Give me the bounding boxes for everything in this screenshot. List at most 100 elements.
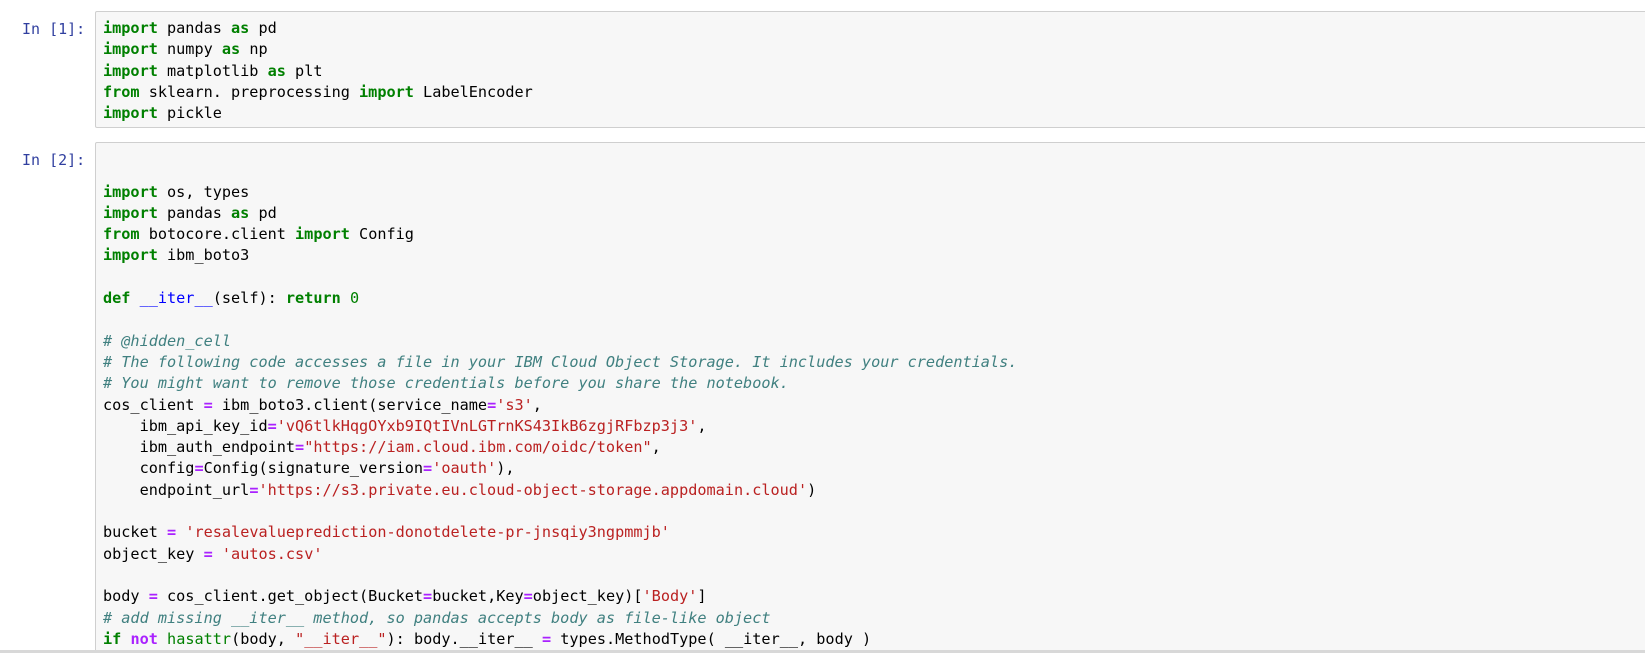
code-token: bucket,Key — [432, 587, 524, 606]
code-token: = — [423, 587, 433, 606]
code-token: from — [103, 82, 140, 101]
code-token: object_key — [103, 544, 204, 563]
code-token: Config(signature_version — [203, 459, 424, 478]
code-line: ibm_auth_endpoint="https://iam.cloud.ibm… — [103, 437, 1017, 458]
code-token: ), — [496, 459, 515, 478]
code-line: # add missing __iter__ method, so pandas… — [103, 608, 1017, 629]
code-line: import ibm_boto3 — [103, 245, 1017, 266]
code-token: ibm_boto3.client(service_name — [212, 395, 488, 414]
code-token: as — [231, 19, 250, 37]
code-line: import pandas as pd — [103, 18, 533, 39]
code-token: 0 — [349, 289, 360, 308]
code-cell[interactable]: In [1]: import pandas as pd import numpy … — [0, 11, 1645, 128]
code-token: LabelEncoder — [413, 82, 533, 101]
code-line: config=Config(signature_version='oauth')… — [103, 458, 1017, 479]
code-editor[interactable]: ​​import os, typesimport pandas as pdfro… — [95, 142, 1645, 653]
code-token: bucket — [103, 523, 168, 542]
code-token: = — [203, 395, 213, 414]
code-token: # The following code accesses a file in … — [103, 352, 1018, 371]
code-line: # @hidden_cell — [103, 331, 1017, 352]
code-token: as — [221, 40, 241, 59]
code-token: 'autos.csv' — [221, 544, 323, 563]
code-token: import — [103, 246, 158, 265]
code-token: (body, — [231, 629, 296, 648]
code-line: ​ — [103, 139, 1017, 160]
code-token: cos_client.get_object(Bucket — [157, 587, 424, 606]
code-token: numpy — [157, 40, 222, 59]
code-token: 'vQ6tlkHqgOYxb9IQtIVnLGTrnKS43IkB6zgjRFb… — [276, 416, 698, 435]
code-token: = — [203, 544, 213, 563]
code-token: = — [295, 438, 305, 457]
code-line: if not hasattr(body, "__iter__"): body._… — [103, 629, 1017, 650]
code-token: = — [541, 629, 552, 648]
input-prompt: In [1]: — [22, 20, 86, 38]
code-token: sklearn. preprocessing — [139, 82, 360, 101]
code-line: ​ — [103, 309, 1017, 330]
code-line: ​ — [103, 565, 1017, 586]
code-token: = — [148, 587, 158, 606]
code-line: import numpy as np — [103, 39, 533, 60]
code-token: object_key)[ — [532, 587, 643, 606]
code-token: import — [103, 203, 158, 222]
code-line: # You might want to remove those credent… — [103, 373, 1017, 394]
code-token: endpoint_url — [103, 480, 250, 499]
code-line: ​ — [103, 160, 1017, 181]
input-prompt: In [2]: — [22, 151, 86, 169]
code-token: as — [231, 203, 250, 222]
code-content[interactable]: ​​import os, typesimport pandas as pdfro… — [103, 139, 1017, 650]
code-token: import — [103, 182, 158, 201]
code-token: "__iter__" — [295, 629, 387, 648]
code-line: body = cos_client.get_object(Bucket=buck… — [103, 586, 1017, 607]
code-token: 'oauth' — [432, 459, 497, 478]
code-token: 's3' — [496, 395, 533, 414]
code-token: # You might want to remove those credent… — [103, 374, 789, 393]
code-token: import — [103, 61, 158, 80]
code-token: = — [487, 395, 497, 414]
code-token: ): body.__iter__ — [386, 629, 542, 648]
code-editor[interactable]: import pandas as pd import numpy as np imp… — [95, 11, 1645, 128]
code-token: matplotlib — [157, 61, 268, 80]
code-token: = — [267, 416, 277, 435]
code-line: import matplotlib as plt — [103, 61, 533, 82]
code-token: hasattr — [167, 629, 232, 648]
code-line: # The following code accesses a file in … — [103, 352, 1017, 373]
code-line: ​ — [103, 501, 1017, 522]
code-token: if — [103, 629, 122, 648]
code-token: return — [285, 289, 341, 308]
code-token: pandas — [157, 203, 232, 222]
code-token: body — [103, 587, 149, 606]
code-token: def — [103, 289, 131, 308]
code-token: ibm_api_key_id — [103, 416, 268, 435]
code-token: pd — [249, 19, 277, 37]
code-token: = — [194, 459, 204, 478]
code-line: import os, types — [103, 182, 1017, 203]
code-token: np — [240, 40, 268, 59]
code-cell[interactable]: In [2]: ​​import os, typesimport pandas … — [0, 142, 1645, 653]
code-token: , — [697, 416, 707, 435]
code-line: import pandas as pd — [103, 203, 1017, 224]
code-token: pickle — [157, 104, 222, 123]
code-line: def __iter__(self): return 0 — [103, 288, 1017, 309]
code-line: from sklearn. preprocessing import Label… — [103, 82, 533, 103]
code-token: import — [103, 19, 158, 37]
code-token: ibm_auth_endpoint — [103, 438, 296, 457]
code-token: ibm_boto3 — [157, 246, 250, 265]
code-token: , — [532, 395, 542, 414]
code-token: Config — [349, 225, 414, 244]
code-token: # @hidden_cell — [103, 331, 232, 350]
code-token: 'resalevalueprediction-donotdelete-pr-jn… — [185, 523, 670, 542]
code-token: , — [651, 438, 661, 457]
code-token: = — [167, 523, 177, 542]
code-token: types.MethodType( __iter__, body ) — [551, 629, 872, 648]
code-token: pd — [249, 203, 277, 222]
code-line: cos_client = ibm_boto3.client(service_na… — [103, 395, 1017, 416]
code-token: cos_client — [103, 395, 204, 414]
code-content[interactable]: import pandas as pd import numpy as np imp… — [103, 18, 533, 124]
code-token: __iter__ — [139, 289, 213, 308]
code-token: import — [103, 104, 158, 123]
code-token: plt — [285, 61, 323, 80]
